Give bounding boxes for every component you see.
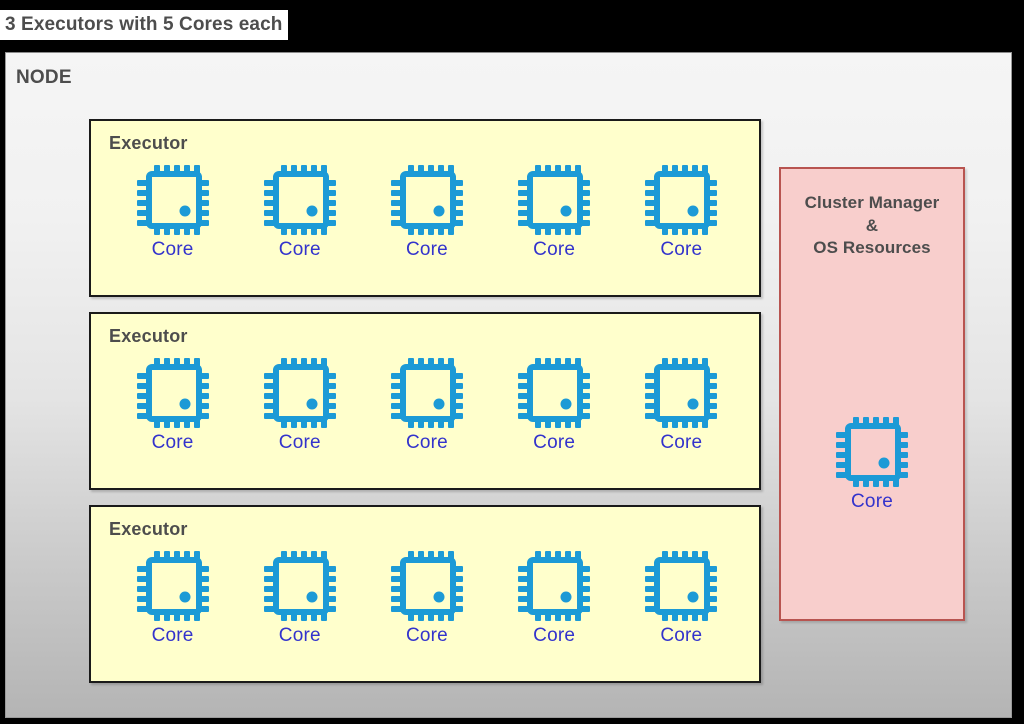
executor-label: Executor [109, 326, 188, 346]
cpu-chip-icon [136, 165, 209, 235]
cpu-chip-icon [518, 165, 591, 235]
core-item[interactable]: Core [372, 165, 482, 261]
core-item[interactable]: Core [781, 417, 963, 513]
core-item[interactable]: Core [245, 551, 355, 647]
core-label: Core [405, 625, 448, 646]
core-item[interactable]: Core [499, 358, 609, 454]
cluster-manager-title: Cluster Manager & OS Resources [781, 192, 963, 260]
cluster-manager-line-2: & [865, 215, 879, 235]
core-label: Core [278, 432, 321, 453]
core-label: Core [278, 625, 321, 646]
core-item[interactable]: Core [245, 358, 355, 454]
core-label: Core [405, 239, 448, 260]
core-item[interactable]: Core [499, 165, 609, 261]
cpu-chip-icon [836, 417, 908, 487]
cluster-manager-line-3: OS Resources [813, 238, 931, 258]
node-label: NODE [16, 67, 72, 88]
cluster-manager-box[interactable]: Cluster Manager & OS Resources Core [779, 167, 965, 621]
core-label: Core [851, 491, 893, 512]
cpu-chip-icon [518, 358, 591, 428]
cpu-chip-icon [390, 358, 463, 428]
cpu-chip-icon [645, 358, 718, 428]
cpu-chip-icon [136, 358, 209, 428]
core-row: Core Core Core Core Core [91, 165, 763, 261]
core-item[interactable]: Core [118, 165, 228, 261]
core-item[interactable]: Core [372, 358, 482, 454]
core-item[interactable]: Core [626, 165, 736, 261]
cpu-chip-icon [518, 551, 591, 621]
core-label: Core [151, 625, 194, 646]
cluster-manager-line-1: Cluster Manager [804, 193, 940, 212]
cpu-chip-icon [263, 551, 336, 621]
core-label: Core [278, 239, 321, 260]
core-item[interactable]: Core [118, 358, 228, 454]
core-label: Core [151, 432, 194, 453]
core-label: Core [151, 239, 194, 260]
executor-box-3[interactable]: Executor Core Core Core Core Core [89, 505, 761, 683]
core-item[interactable]: Core [499, 551, 609, 647]
executor-box-2[interactable]: Executor Core Core Core Core Core [89, 312, 761, 490]
executor-label: Executor [109, 133, 188, 153]
cpu-chip-icon [263, 358, 336, 428]
core-row: Core Core Core Core Core [91, 551, 763, 647]
title-strip: 3 Executors with 5 Cores each [0, 10, 289, 40]
executor-label: Executor [109, 519, 188, 539]
node-panel: NODE Executor Core Core Core Core Core E… [5, 52, 1012, 718]
core-label: Core [660, 239, 703, 260]
core-label: Core [660, 432, 703, 453]
core-label: Core [405, 432, 448, 453]
core-item[interactable]: Core [245, 165, 355, 261]
core-item[interactable]: Core [626, 551, 736, 647]
cpu-chip-icon [263, 165, 336, 235]
core-label: Core [533, 432, 576, 453]
executor-box-1[interactable]: Executor Core Core Core Core Core [89, 119, 761, 297]
core-item[interactable]: Core [118, 551, 228, 647]
core-label: Core [660, 625, 703, 646]
cpu-chip-icon [390, 551, 463, 621]
diagram-canvas: 3 Executors with 5 Cores each NODE Execu… [0, 0, 1024, 724]
title-bar: 3 Executors with 5 Cores each [0, 0, 1024, 48]
core-label: Core [533, 625, 576, 646]
core-item[interactable]: Core [626, 358, 736, 454]
core-label: Core [533, 239, 576, 260]
cpu-chip-icon [645, 165, 718, 235]
page-title: 3 Executors with 5 Cores each [5, 14, 283, 35]
core-item[interactable]: Core [372, 551, 482, 647]
cpu-chip-icon [390, 165, 463, 235]
cpu-chip-icon [136, 551, 209, 621]
cpu-chip-icon [645, 551, 718, 621]
core-row: Core Core Core Core Core [91, 358, 763, 454]
